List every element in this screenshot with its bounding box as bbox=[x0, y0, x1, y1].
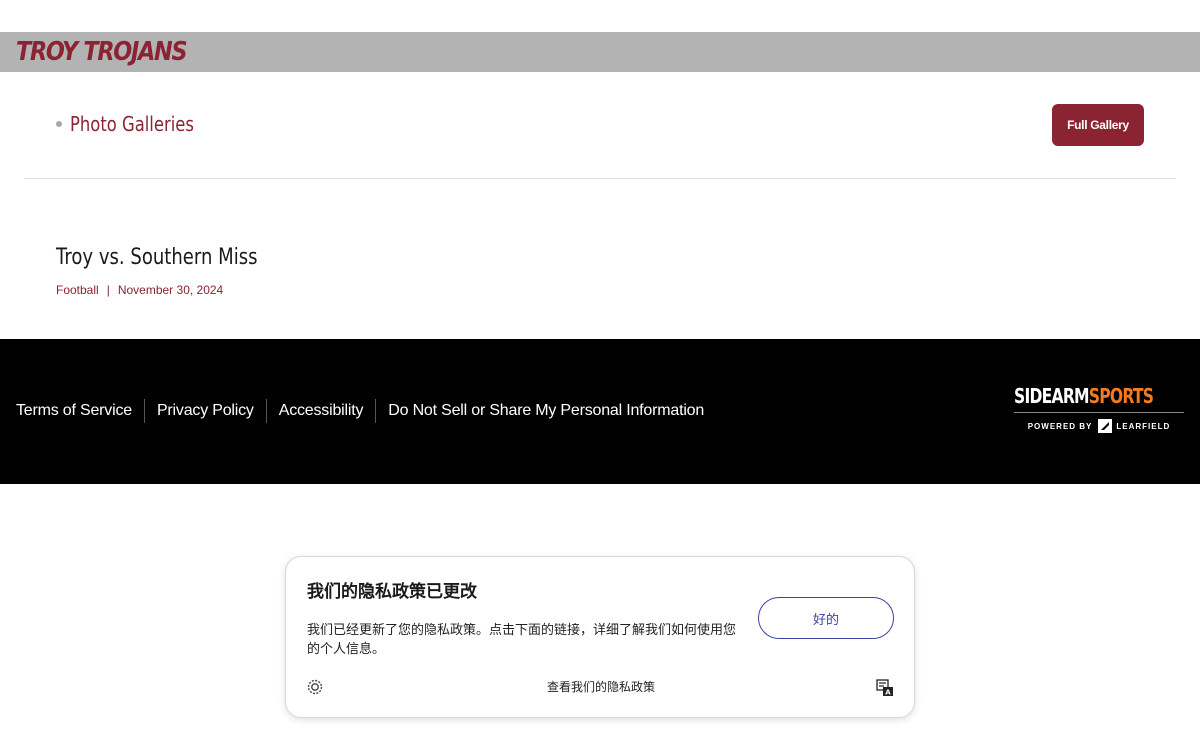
logo-divider bbox=[1014, 412, 1184, 413]
footer-divider bbox=[265, 399, 267, 423]
section-heading: Photo Galleries bbox=[56, 110, 221, 138]
bullet-icon bbox=[56, 121, 62, 127]
full-gallery-button[interactable]: Full Gallery bbox=[1052, 104, 1144, 146]
footer-link-do-not-sell[interactable]: Do Not Sell or Share My Personal Informa… bbox=[388, 399, 704, 423]
footer-divider bbox=[143, 399, 145, 423]
gallery-meta: Football | November 30, 2024 bbox=[56, 282, 223, 298]
gallery-date: November 30, 2024 bbox=[117, 283, 224, 297]
powered-by: POWERED BY LEARFIELD bbox=[1014, 419, 1184, 433]
footer-link-privacy[interactable]: Privacy Policy bbox=[157, 399, 254, 423]
powered-by-label: POWERED BY bbox=[1027, 421, 1093, 431]
site-footer: Terms of Service Privacy Policy Accessib… bbox=[0, 339, 1200, 484]
site-brand-logo[interactable]: TROY TROJANS bbox=[16, 36, 188, 68]
learfield-icon bbox=[1098, 419, 1113, 433]
translate-icon[interactable]: A bbox=[876, 679, 894, 697]
dialog-body: 我们已经更新了您的隐私政策。点击下面的链接，详细了解我们如何使用您的个人信息。 bbox=[307, 623, 737, 657]
sidearm-wordmark: SIDEARMSPORTS bbox=[1014, 384, 1154, 408]
svg-text:A: A bbox=[885, 689, 891, 697]
section-divider bbox=[24, 178, 1176, 179]
partner-label: LEARFIELD bbox=[1116, 421, 1171, 431]
sidearm-sports-logo[interactable]: SIDEARMSPORTS POWERED BY LEARFIELD bbox=[1014, 384, 1184, 433]
section-title: Photo Galleries bbox=[70, 112, 194, 136]
gallery-sport: Football bbox=[56, 283, 99, 297]
privacy-policy-dialog: 我们的隐私政策已更改 我们已经更新了您的隐私政策。点击下面的链接，详细了解我们如… bbox=[285, 556, 915, 718]
dialog-title: 我们的隐私政策已更改 bbox=[307, 582, 477, 602]
meta-separator: | bbox=[106, 283, 110, 297]
ok-button[interactable]: 好的 bbox=[758, 597, 894, 639]
site-header-bar: TROY TROJANS bbox=[0, 32, 1200, 72]
footer-divider bbox=[375, 399, 377, 423]
footer-link-accessibility[interactable]: Accessibility bbox=[279, 399, 364, 423]
footer-links: Terms of Service Privacy Policy Accessib… bbox=[16, 399, 704, 423]
footer-link-terms[interactable]: Terms of Service bbox=[16, 399, 132, 423]
privacy-policy-link[interactable]: 查看我们的隐私政策 bbox=[286, 679, 916, 695]
gallery-title-link[interactable]: Troy vs. Southern Miss bbox=[56, 243, 258, 273]
